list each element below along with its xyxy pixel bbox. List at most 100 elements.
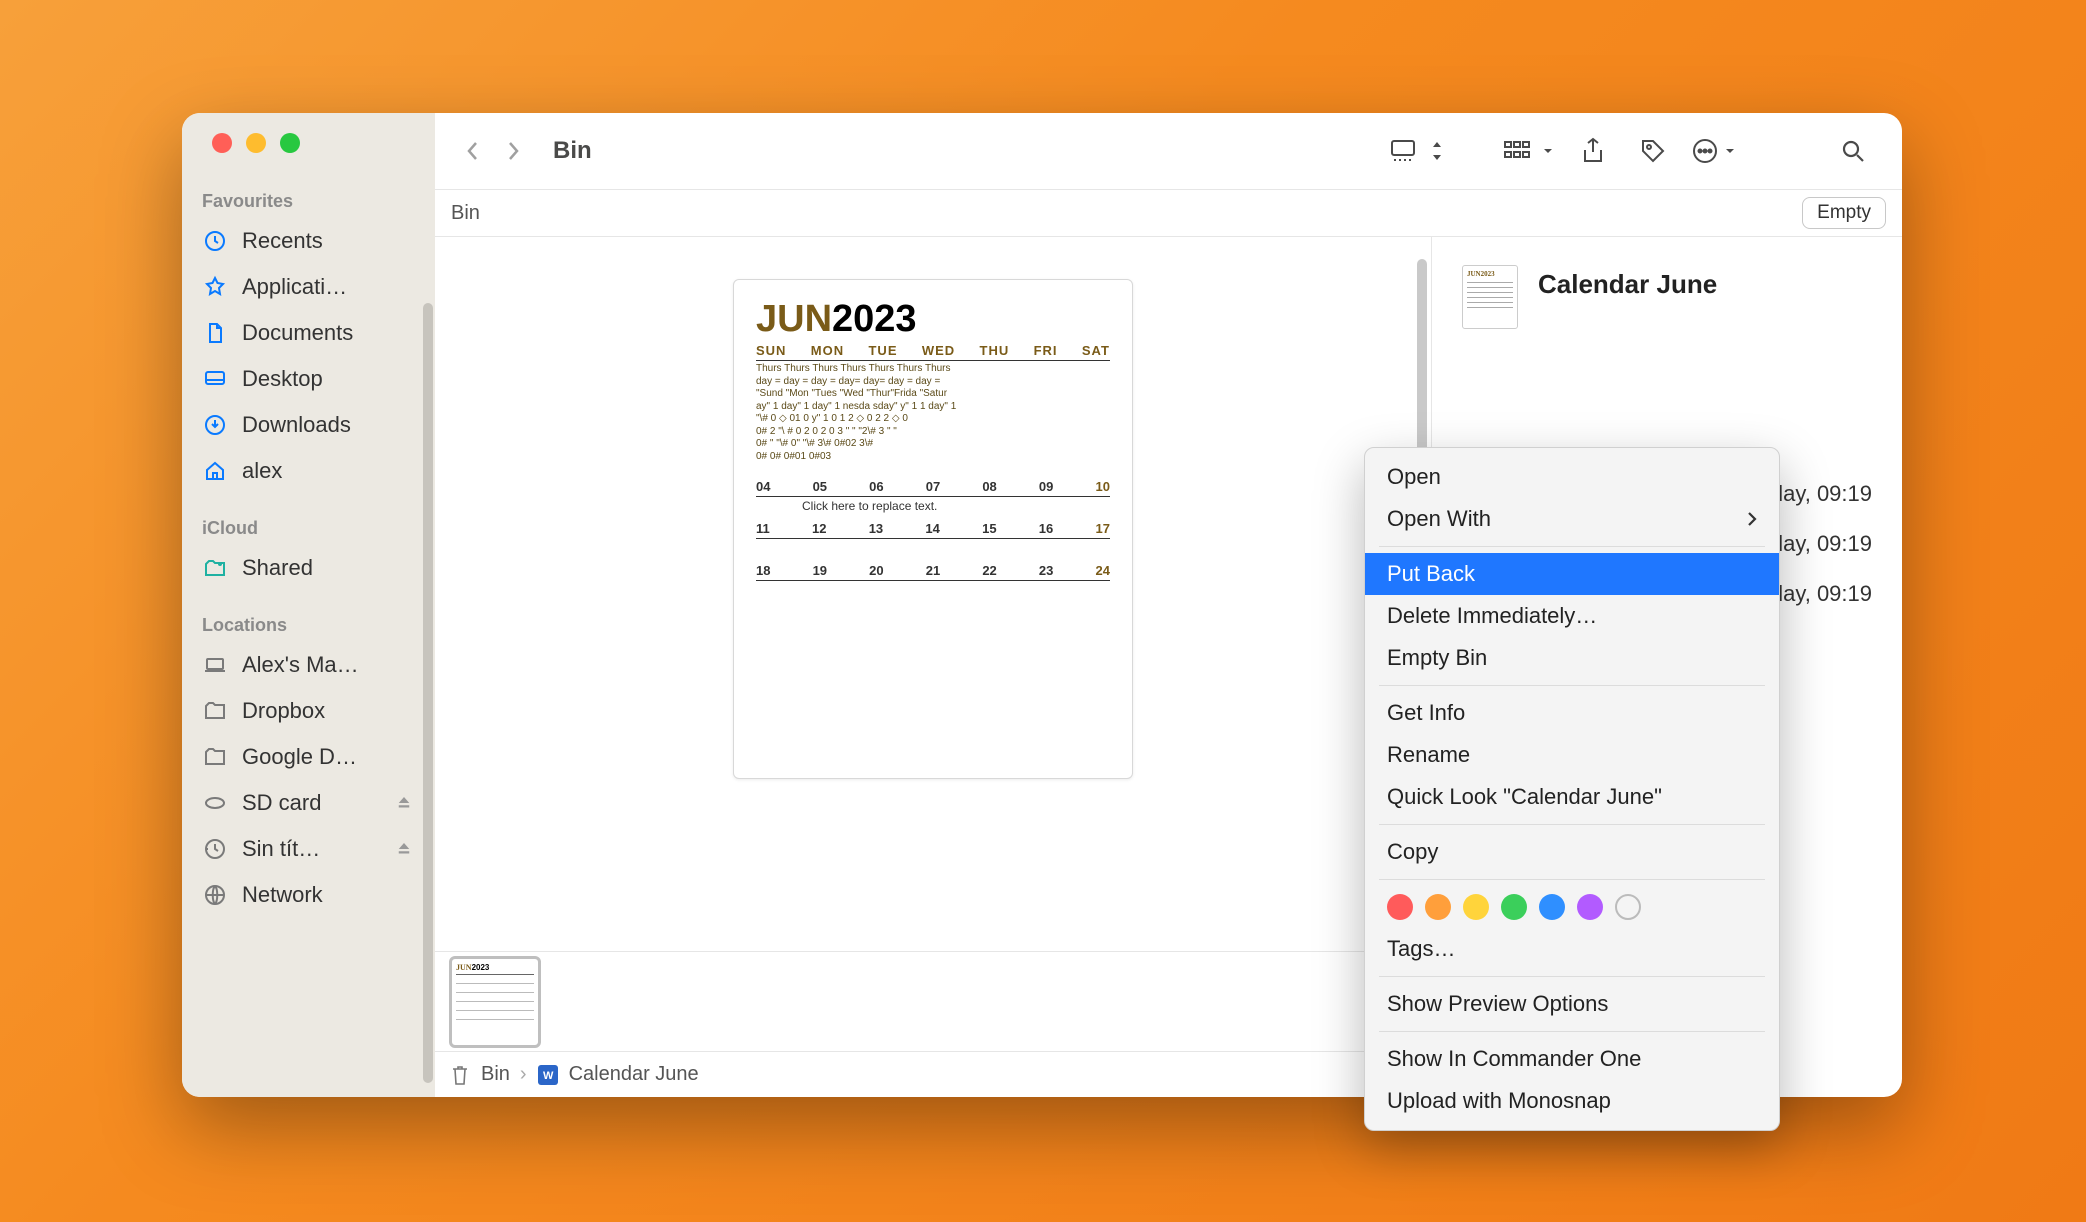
tag-blue[interactable] <box>1539 894 1565 920</box>
tag-purple[interactable] <box>1577 894 1603 920</box>
zoom-window-button[interactable] <box>280 133 300 153</box>
sidebar-item-label: alex <box>242 458 415 484</box>
location-crumb: Bin <box>451 202 480 225</box>
ctx-tags[interactable]: Tags… <box>1365 928 1779 970</box>
sidebar-item-sd-card[interactable]: SD card <box>182 780 435 826</box>
eject-icon[interactable] <box>395 840 415 858</box>
ctx-upload-with-monosnap[interactable]: Upload with Monosnap <box>1365 1080 1779 1122</box>
sidebar-item-recents[interactable]: Recents <box>182 218 435 264</box>
minimize-window-button[interactable] <box>246 133 266 153</box>
content-area: JUN2023 SUN MON TUE WED THU FRI SAT Thur… <box>435 237 1902 1097</box>
sidebar-item-desktop[interactable]: Desktop <box>182 356 435 402</box>
close-window-button[interactable] <box>212 133 232 153</box>
drive-icon <box>202 790 228 816</box>
ctx-get-info[interactable]: Get Info <box>1365 692 1779 734</box>
sidebar-item-shared[interactable]: Shared <box>182 545 435 591</box>
ctx-open-with[interactable]: Open With <box>1365 498 1779 540</box>
applications-icon <box>202 274 228 300</box>
sidebar-item-time-machine[interactable]: Sin tít… <box>182 826 435 872</box>
empty-bin-button[interactable]: Empty <box>1802 197 1886 229</box>
thumbnail-selected[interactable]: JUN2023 <box>449 956 541 1048</box>
path-bar: Bin › W Calendar June <box>435 1051 1431 1097</box>
sidebar: Favourites Recents Applicati… Documents … <box>182 113 435 1097</box>
chevron-down-icon <box>1542 145 1554 157</box>
ctx-show-preview-options[interactable]: Show Preview Options <box>1365 983 1779 1025</box>
search-button[interactable] <box>1832 132 1874 170</box>
path-crumb-file[interactable]: Calendar June <box>569 1063 699 1086</box>
document-icon <box>202 320 228 346</box>
sidebar-item-home[interactable]: alex <box>182 448 435 494</box>
preview-note: Click here to replace text. <box>802 499 1110 513</box>
sidebar-item-label: Downloads <box>242 412 415 438</box>
preview-year: 2023 <box>832 298 917 340</box>
laptop-icon <box>202 652 228 678</box>
sidebar-item-applications[interactable]: Applicati… <box>182 264 435 310</box>
sidebar-scrollbar[interactable] <box>423 303 433 1083</box>
gallery-preview: JUN2023 SUN MON TUE WED THU FRI SAT Thur… <box>435 237 1431 951</box>
sidebar-item-documents[interactable]: Documents <box>182 310 435 356</box>
sidebar-item-label: Desktop <box>242 366 415 392</box>
preview-month: JUN <box>756 298 832 340</box>
group-by-button[interactable] <box>1504 140 1554 162</box>
back-button[interactable] <box>463 137 483 165</box>
tag-green[interactable] <box>1501 894 1527 920</box>
chevron-updown-icon <box>1430 140 1444 162</box>
trash-icon <box>449 1064 471 1086</box>
sidebar-item-label: Shared <box>242 555 415 581</box>
gallery-thumbnails: JUN2023 <box>435 951 1431 1051</box>
home-icon <box>202 458 228 484</box>
share-button[interactable] <box>1572 132 1614 170</box>
tag-red[interactable] <box>1387 894 1413 920</box>
tag-none[interactable] <box>1615 894 1641 920</box>
sidebar-item-label: Network <box>242 882 415 908</box>
ctx-put-back[interactable]: Put Back <box>1365 553 1779 595</box>
download-icon <box>202 412 228 438</box>
sidebar-section-icloud: iCloud <box>182 512 435 545</box>
tags-button[interactable] <box>1632 132 1674 170</box>
finder-window: Favourites Recents Applicati… Documents … <box>182 113 1902 1097</box>
folder-icon <box>202 698 228 724</box>
ctx-quick-look[interactable]: Quick Look "Calendar June" <box>1365 776 1779 818</box>
actions-button[interactable] <box>1692 138 1736 164</box>
view-gallery-button[interactable] <box>1390 139 1444 163</box>
sidebar-item-label: Sin tít… <box>242 836 381 862</box>
path-crumb[interactable]: Bin <box>481 1063 510 1086</box>
ctx-rename[interactable]: Rename <box>1365 734 1779 776</box>
preview-fill-text: Thurs Thurs Thurs Thurs Thurs Thurs Thur… <box>756 363 1110 463</box>
word-doc-icon: W <box>537 1064 559 1086</box>
sidebar-item-google-drive[interactable]: Google D… <box>182 734 435 780</box>
ctx-empty-bin[interactable]: Empty Bin <box>1365 637 1779 679</box>
preview-row-3: 18192021222324 <box>756 563 1110 581</box>
ctx-copy[interactable]: Copy <box>1365 831 1779 873</box>
gallery-view: JUN2023 SUN MON TUE WED THU FRI SAT Thur… <box>435 237 1432 1097</box>
ctx-show-in-commander-one[interactable]: Show In Commander One <box>1365 1038 1779 1080</box>
sidebar-item-label: Recents <box>242 228 415 254</box>
forward-button[interactable] <box>503 137 523 165</box>
chevron-right-icon: › <box>520 1063 527 1086</box>
sidebar-item-label: SD card <box>242 790 381 816</box>
ctx-tag-colors <box>1365 886 1779 928</box>
nav-arrows <box>463 137 523 165</box>
sidebar-item-this-mac[interactable]: Alex's Ma… <box>182 642 435 688</box>
window-title: Bin <box>553 137 592 165</box>
sidebar-section-locations: Locations <box>182 609 435 642</box>
window-controls <box>182 133 435 153</box>
main-area: Bin <box>435 113 1902 1097</box>
chevron-right-icon <box>1747 511 1757 527</box>
tag-yellow[interactable] <box>1463 894 1489 920</box>
globe-icon <box>202 882 228 908</box>
tag-orange[interactable] <box>1425 894 1451 920</box>
sidebar-item-dropbox[interactable]: Dropbox <box>182 688 435 734</box>
ctx-delete-immediately[interactable]: Delete Immediately… <box>1365 595 1779 637</box>
sidebar-item-network[interactable]: Network <box>182 872 435 918</box>
clock-icon <box>202 228 228 254</box>
preview-days-of-week: SUN MON TUE WED THU FRI SAT <box>756 343 1110 358</box>
svg-text:W: W <box>543 1070 554 1082</box>
file-name: Calendar June <box>1538 269 1717 300</box>
sidebar-item-downloads[interactable]: Downloads <box>182 402 435 448</box>
sidebar-item-label: Applicati… <box>242 274 415 300</box>
sidebar-item-label: Documents <box>242 320 415 346</box>
ctx-open[interactable]: Open <box>1365 456 1779 498</box>
document-preview: JUN2023 SUN MON TUE WED THU FRI SAT Thur… <box>733 279 1133 779</box>
eject-icon[interactable] <box>395 794 415 812</box>
